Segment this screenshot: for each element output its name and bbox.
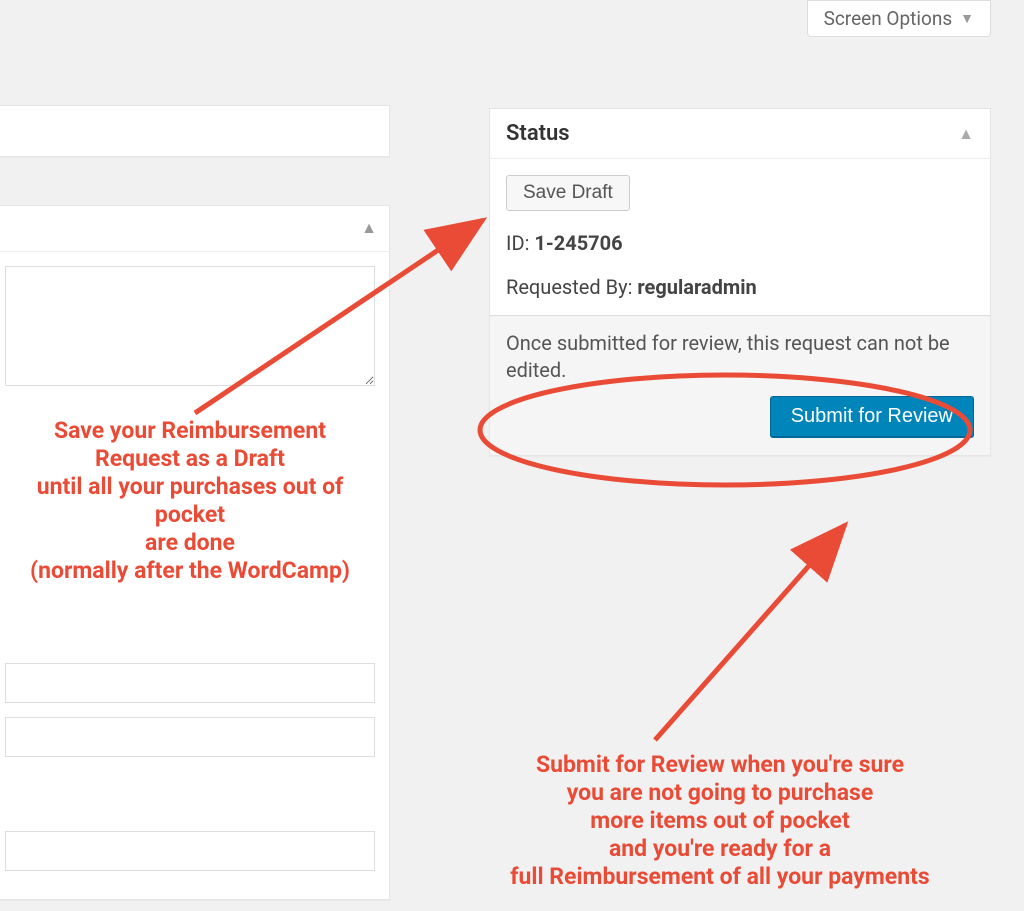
- sidebar: Status ▲ Save Draft ID: 1-245706 Request…: [489, 108, 991, 456]
- screen-options-label: Screen Options: [824, 7, 953, 30]
- left-panel: ▲: [0, 205, 390, 900]
- id-line: ID: 1-245706: [506, 231, 974, 255]
- status-metabox: Status ▲ Save Draft ID: 1-245706 Request…: [489, 108, 991, 456]
- status-body: Save Draft ID: 1-245706 Requested By: re…: [490, 159, 990, 315]
- annotation-text: and you're ready for a: [609, 835, 831, 862]
- annotation-text: you are not going to purchase: [567, 779, 874, 806]
- save-draft-button[interactable]: Save Draft: [506, 175, 630, 211]
- annotation-text: Submit for Review when you're sure: [536, 751, 904, 778]
- status-footer: Once submitted for review, this request …: [490, 315, 990, 455]
- requested-by-line: Requested By: regularadmin: [506, 275, 974, 299]
- annotation-arrow: [655, 525, 845, 740]
- submit-notice: Once submitted for review, this request …: [506, 330, 974, 384]
- status-header[interactable]: Status ▲: [490, 109, 990, 159]
- left-panel-header[interactable]: ▲: [0, 206, 389, 252]
- screen-options-tab[interactable]: Screen Options ▼: [807, 0, 991, 37]
- title-input-box[interactable]: [0, 105, 390, 157]
- id-value: 1-245706: [534, 231, 622, 255]
- text-input-2[interactable]: [5, 717, 375, 757]
- caret-up-icon: ▲: [361, 218, 377, 238]
- annotation-text: more items out of pocket: [590, 807, 850, 834]
- caret-up-icon: ▲: [958, 124, 974, 144]
- requested-by-value: regularadmin: [637, 275, 756, 299]
- id-label: ID:: [506, 231, 529, 255]
- annotation-text: full Reimbursement of all your payments: [510, 863, 929, 890]
- chevron-down-icon: ▼: [960, 10, 974, 27]
- requested-by-label: Requested By:: [506, 275, 632, 299]
- submit-for-review-button[interactable]: Submit for Review: [770, 396, 974, 437]
- notes-textarea[interactable]: [5, 266, 375, 386]
- left-column: ▲: [0, 105, 390, 900]
- status-title: Status: [506, 121, 570, 146]
- text-input-1[interactable]: [5, 663, 375, 703]
- text-input-3[interactable]: [5, 831, 375, 871]
